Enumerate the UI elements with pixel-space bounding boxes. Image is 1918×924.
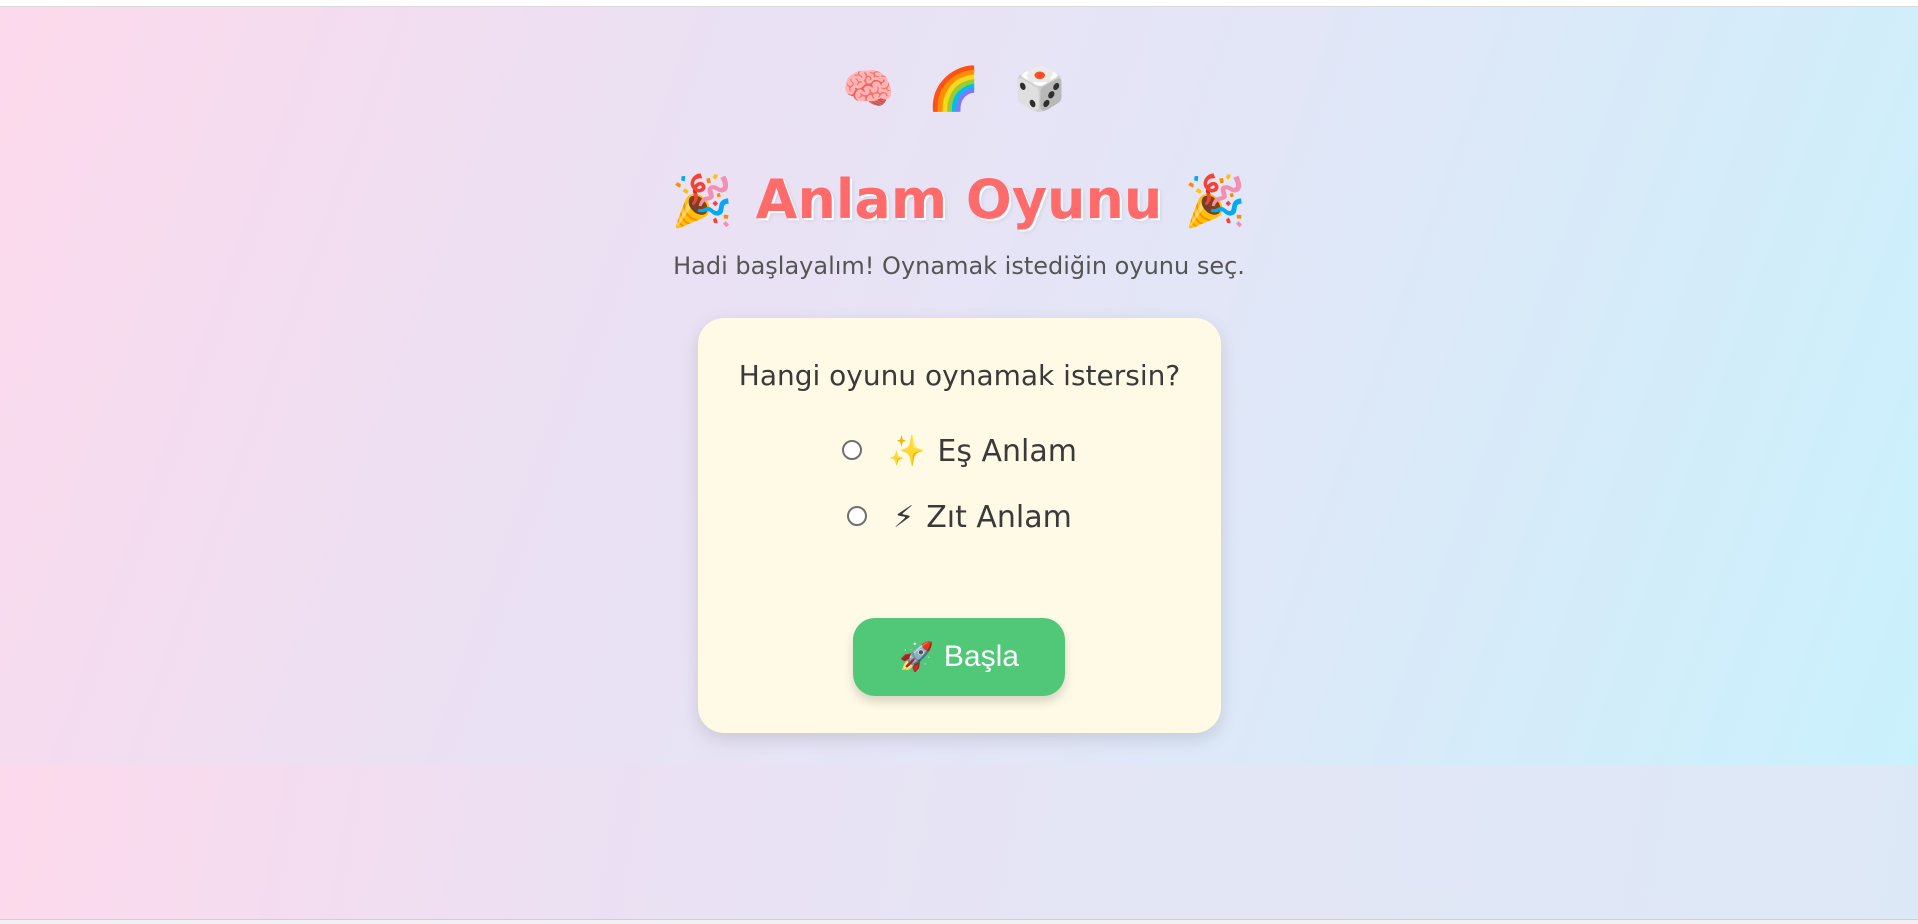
page-title: 🎉 Anlam Oyunu 🎉: [0, 165, 1918, 236]
rocket-icon: 🚀: [899, 641, 934, 672]
dice-icon: 🎲: [1013, 64, 1076, 113]
party-popper-icon: 🎉: [671, 172, 734, 230]
radio-zit-anlam[interactable]: [847, 505, 868, 526]
rainbow-icon: 🌈: [927, 64, 991, 113]
option-label: Eş Anlam: [937, 434, 1077, 469]
card-question: Hangi oyunu oynamak istersin?: [738, 359, 1181, 392]
radio-es-anlam[interactable]: [842, 439, 863, 460]
option-es-anlam[interactable]: ✨ Eş Anlam: [698, 432, 1221, 472]
header-emoji-row: 🧠 🌈 🎲: [0, 61, 1918, 117]
start-button-label: Başla: [943, 640, 1019, 673]
sparkles-icon: ✨: [888, 434, 926, 469]
lightning-icon: ⚡: [893, 500, 915, 535]
page-subtitle: Hadi başlayalım! Oynamak istediğin oyunu…: [673, 252, 1245, 280]
browser-bottom-edge: [0, 919, 1918, 924]
start-button[interactable]: 🚀 Başla: [853, 618, 1065, 696]
option-label: Zıt Anlam: [926, 500, 1072, 535]
title-text: Anlam Oyunu: [755, 168, 1163, 231]
page-background: 🧠 🌈 🎲 🎉 Anlam Oyunu 🎉 Hadi başlayalım! Oyn…: [0, 7, 1918, 765]
brain-icon: 🧠: [842, 64, 905, 113]
browser-top-edge: [0, 0, 1918, 7]
page-lower-background: [0, 765, 1918, 919]
game-select-card: Hangi oyunu oynamak istersin? ✨ Eş Anlam …: [698, 318, 1221, 733]
party-popper-icon: 🎉: [1184, 172, 1247, 230]
option-zit-anlam[interactable]: ⚡ Zıt Anlam: [698, 498, 1221, 538]
